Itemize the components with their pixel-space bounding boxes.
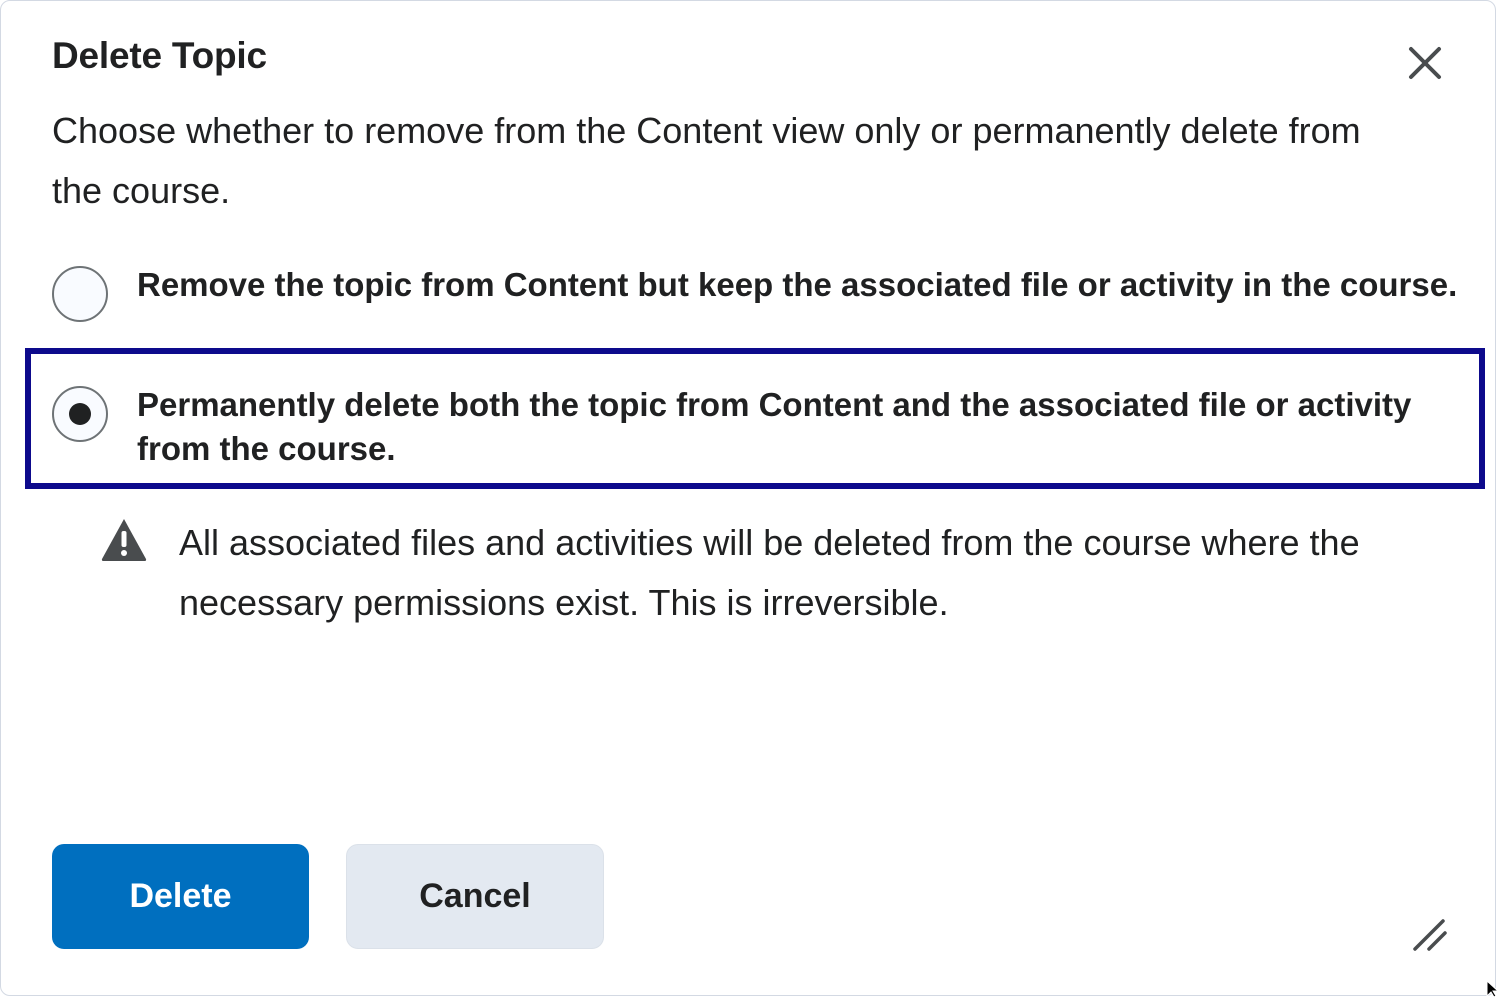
cancel-button[interactable]: Cancel [346, 844, 604, 949]
warning-text: All associated files and activities will… [179, 522, 1360, 623]
option-label[interactable]: Permanently delete both the topic from C… [137, 383, 1462, 471]
delete-topic-dialog: Delete Topic Choose whether to remove fr… [0, 0, 1496, 996]
dialog-title: Delete Topic [52, 35, 267, 76]
mouse-cursor-icon [1486, 980, 1498, 998]
radio-permanently-delete[interactable] [52, 386, 108, 442]
radio-remove-from-content[interactable] [52, 266, 108, 322]
resize-grip-icon[interactable] [1411, 913, 1451, 953]
radio-selected-dot [69, 403, 91, 425]
dialog-description: Choose whether to remove from the Conten… [52, 110, 1361, 211]
delete-button[interactable]: Delete [52, 844, 309, 949]
close-icon [1409, 47, 1441, 79]
close-button[interactable] [1401, 39, 1449, 87]
option-label[interactable]: Remove the topic from Content but keep t… [137, 263, 1462, 307]
warning-icon [101, 519, 147, 561]
